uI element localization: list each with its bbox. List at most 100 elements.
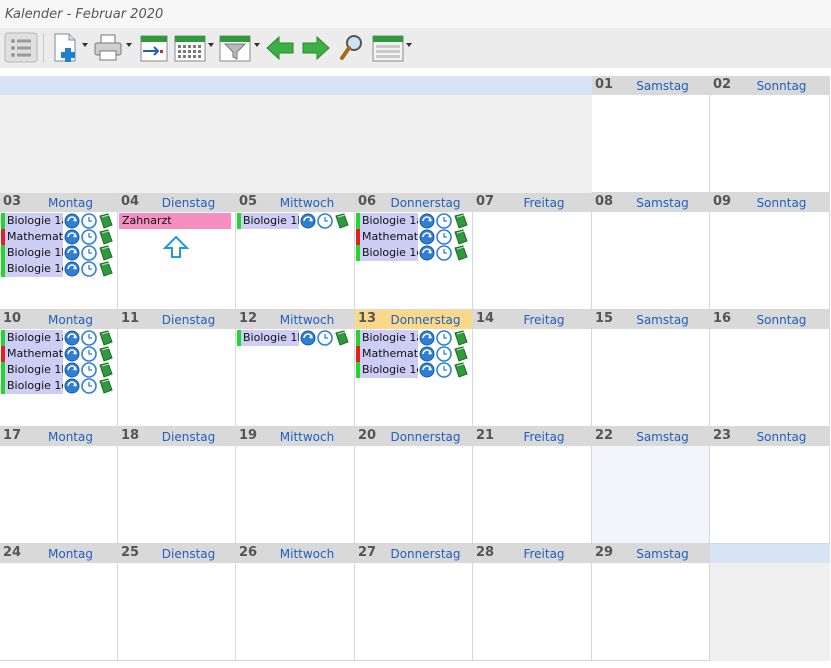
book-icon [99,245,113,261]
day-cell-11[interactable]: 11 Dienstag [118,310,236,427]
day-cell-20[interactable]: 20 Donnerstag [355,427,473,544]
day-header[interactable]: 13 Donnerstag [355,310,472,329]
day-cell-15[interactable]: 15 Samstag [592,310,710,427]
calendar-settings-icon[interactable] [371,31,405,64]
day-cell-18[interactable]: 18 Dienstag [118,427,236,544]
day-header[interactable]: 01 Samstag [592,76,709,95]
export-calendar-icon[interactable] [137,31,171,64]
day-cell-03[interactable]: 03 Montag Biologie 1a: Mathematik Biologie 1… [0,193,118,310]
day-cell-07[interactable]: 07 Freitag [473,193,592,310]
calendar-event[interactable]: Mathematik [1,346,63,362]
calendar-event[interactable]: Biologie 1c: [356,362,418,378]
day-header[interactable]: 09 Sonntag [710,193,829,212]
sync-icon [64,346,80,362]
day-cell-21[interactable]: 21 Freitag [473,427,592,544]
print-icon[interactable] [92,31,124,64]
day-header[interactable]: 16 Sonntag [710,310,829,329]
day-header[interactable]: 14 Freitag [473,310,591,329]
calendar-event[interactable]: Biologie 1b: [237,213,299,229]
calendar-event[interactable]: Biologie 1c: [1,261,63,277]
day-header[interactable]: 21 Freitag [473,427,591,446]
day-header[interactable]: 28 Freitag [473,544,591,563]
day-cell-14[interactable]: 14 Freitag [473,310,592,427]
forward-arrow-icon[interactable] [300,31,332,64]
day-cell-13[interactable]: 13 Donnerstag Biologie 1a: Mathematik Biolog… [355,310,473,427]
day-header[interactable]: 22 Samstag [592,427,709,446]
day-cell-27[interactable]: 27 Donnerstag [355,544,473,661]
day-header[interactable]: 20 Donnerstag [355,427,472,446]
view-dropdown[interactable] [208,43,214,47]
filter-icon[interactable] [218,31,252,64]
day-header[interactable]: 24 Montag [0,544,117,563]
day-header[interactable]: 07 Freitag [473,193,591,212]
calendar-event[interactable]: Mathematik [356,229,418,245]
calendar-event[interactable]: Biologie 1a: [356,330,418,346]
day-header[interactable]: 04 Dienstag [118,193,235,212]
day-header[interactable]: 23 Sonntag [710,427,829,446]
day-header[interactable]: 26 Mittwoch [236,544,354,563]
day-cell-19[interactable]: 19 Mittwoch [236,427,355,544]
calendar-event[interactable]: Biologie 1c: [356,245,418,261]
event-color-bar [356,346,360,362]
event-label: Mathematik [362,230,418,243]
month-view-icon[interactable] [173,31,207,64]
search-icon[interactable] [337,31,367,64]
print-dropdown[interactable] [126,43,132,47]
day-header[interactable]: 06 Donnerstag [355,193,472,212]
day-cell-25[interactable]: 25 Dienstag [118,544,236,661]
day-header[interactable]: 18 Dienstag [118,427,235,446]
calendar-event[interactable]: Biologie 1a: [1,213,63,229]
event-label: Mathematik [362,347,418,360]
new-entry-icon[interactable] [50,31,80,64]
day-cell-22[interactable]: 22 Samstag [592,427,710,544]
day-cell-09[interactable]: 09 Sonntag [710,193,830,310]
day-header[interactable]: 19 Mittwoch [236,427,354,446]
calendar-event[interactable]: Biologie 1c: [1,378,63,394]
day-cell-10[interactable]: 10 Montag Biologie 1a: Mathematik Biologie 1… [0,310,118,427]
day-cell-12[interactable]: 12 Mittwoch Biologie 1b: [236,310,355,427]
day-cell-16[interactable]: 16 Sonntag [710,310,830,427]
day-cell-23[interactable]: 23 Sonntag [710,427,830,544]
filter-dropdown[interactable] [254,43,260,47]
day-header[interactable]: 08 Samstag [592,193,709,212]
calendar-event[interactable]: Zahnarzt [119,213,231,229]
day-cell-06[interactable]: 06 Donnerstag Biologie 1a: Mathematik Biolog… [355,193,473,310]
day-cell-04[interactable]: 04 Dienstag Zahnarzt [118,193,236,310]
day-cell-05[interactable]: 05 Mittwoch Biologie 1b: [236,193,355,310]
new-entry-dropdown[interactable] [82,43,88,47]
day-cell-26[interactable]: 26 Mittwoch [236,544,355,661]
settings-dropdown[interactable] [406,43,412,47]
event-label: Zahnarzt [122,214,172,227]
day-header[interactable]: 15 Samstag [592,310,709,329]
day-header[interactable]: 12 Mittwoch [236,310,354,329]
weekday-name: Samstag [636,547,689,561]
day-cell-28[interactable]: 28 Freitag [473,544,592,661]
book-icon [99,378,113,394]
day-cell-01[interactable]: 01 Samstag [592,76,710,193]
calendar-event[interactable]: Biologie 1b: [1,245,63,261]
calendar-event[interactable]: Mathematik [356,346,418,362]
up-arrow-icon [163,235,189,258]
day-cell-24[interactable]: 24 Montag [0,544,118,661]
day-header[interactable]: 27 Donnerstag [355,544,472,563]
list-view-icon[interactable] [4,31,38,64]
day-cell-02[interactable]: 02 Sonntag [710,76,830,193]
calendar-event[interactable]: Biologie 1b: [237,330,299,346]
day-header[interactable]: 02 Sonntag [710,76,829,95]
day-header[interactable]: 10 Montag [0,310,117,329]
back-arrow-icon[interactable] [264,31,296,64]
day-header[interactable]: 05 Mittwoch [236,193,354,212]
calendar-event[interactable]: Biologie 1a: [356,213,418,229]
day-header[interactable]: 11 Dienstag [118,310,235,329]
empty-day-cell [0,76,118,193]
day-cell-29[interactable]: 29 Samstag [592,544,710,661]
calendar-event[interactable]: Mathematik [1,229,63,245]
day-cell-17[interactable]: 17 Montag [0,427,118,544]
day-header[interactable]: 17 Montag [0,427,117,446]
day-header[interactable]: 29 Samstag [592,544,709,563]
day-cell-08[interactable]: 08 Samstag [592,193,710,310]
calendar-event[interactable]: Biologie 1a: [1,330,63,346]
calendar-event[interactable]: Biologie 1b: [1,362,63,378]
day-header[interactable]: 25 Dienstag [118,544,235,563]
day-header[interactable]: 03 Montag [0,193,117,212]
